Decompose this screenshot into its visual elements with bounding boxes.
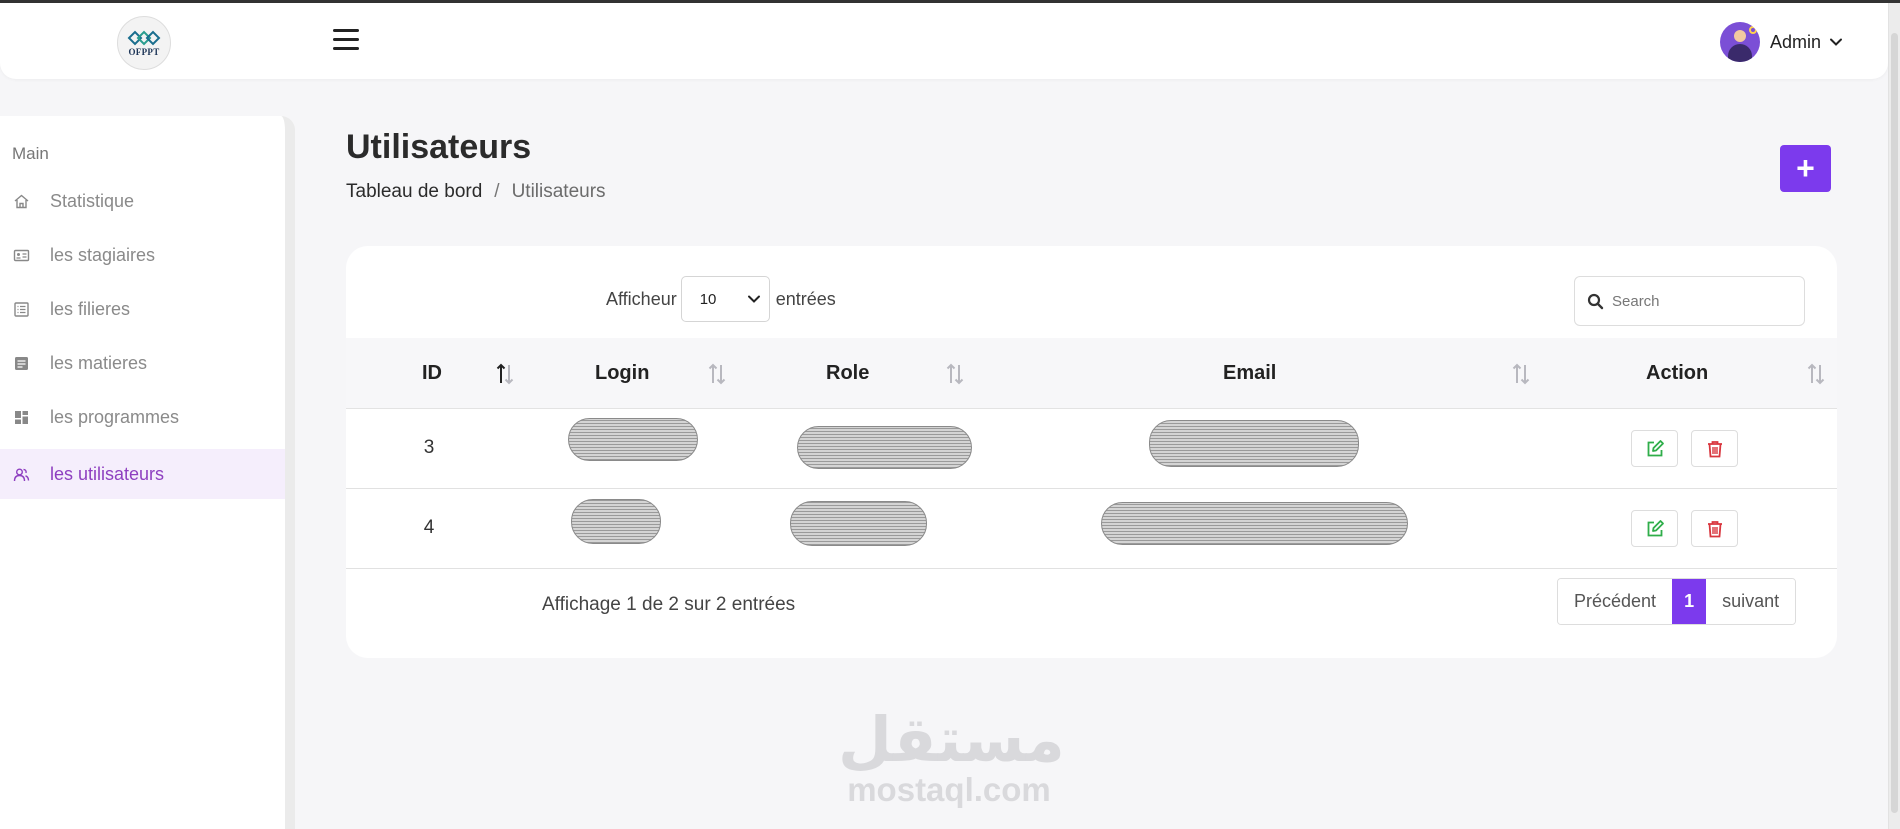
chevron-down-icon [1830, 38, 1843, 46]
users-icon [13, 468, 30, 481]
breadcrumb-current: Utilisateurs [511, 181, 606, 202]
document-icon [15, 356, 28, 370]
trash-icon [1707, 440, 1722, 457]
pagination-page-current[interactable]: 1 [1672, 579, 1707, 624]
entries-select-value: 10 [699, 290, 717, 308]
cell-id: 4 [423, 517, 435, 538]
user-name: Admin [1770, 31, 1822, 52]
redacted-login [568, 418, 698, 461]
entries-length-control: Afficheur 10 entrées [606, 276, 836, 322]
length-prefix: Afficheur [606, 288, 677, 309]
sidebar-item-programmes[interactable]: les programmes [0, 392, 285, 442]
sort-icon[interactable] [707, 362, 727, 386]
table-header: ID Login Role Email Action [346, 338, 1837, 409]
table-row: 3 [346, 409, 1837, 489]
sort-icon[interactable] [1806, 362, 1826, 386]
table-row: 4 [346, 489, 1837, 569]
table-info: Affichage 1 de 2 sur 2 entrées [542, 594, 796, 615]
logo-text: OFPPT [128, 46, 160, 57]
page-title: Utilisateurs [346, 128, 532, 166]
user-menu[interactable]: Admin [1720, 22, 1843, 62]
sidebar-item-label: les matieres [50, 352, 148, 373]
sidebar-item-label: les stagiaires [50, 244, 156, 265]
entries-select[interactable]: 10 [680, 276, 770, 322]
ofppt-logo[interactable]: OFPPT [117, 16, 171, 70]
delete-button[interactable] [1691, 430, 1738, 467]
sidebar-item-label: les utilisateurs [50, 463, 165, 484]
breadcrumb-separator: / [494, 181, 500, 202]
length-suffix: entrées [775, 288, 836, 309]
redacted-role [797, 426, 972, 469]
trash-icon [1707, 520, 1722, 537]
avatar [1720, 22, 1760, 62]
search-icon [1587, 293, 1604, 309]
search-input[interactable] [1612, 292, 1792, 310]
edit-button[interactable] [1631, 510, 1678, 547]
sidebar-item-label: les filieres [50, 298, 131, 319]
add-user-button[interactable]: + [1780, 145, 1831, 192]
sidebar-item-statistique[interactable]: Statistique [0, 176, 285, 226]
pagination-previous[interactable]: Précédent [1558, 579, 1673, 624]
top-header: OFPPT Admin [0, 3, 1888, 79]
column-header-role[interactable]: Role [826, 338, 869, 409]
pagination: Précédent 1 suivant [1557, 578, 1797, 625]
list-icon [14, 301, 29, 317]
search-field[interactable] [1574, 276, 1805, 326]
sort-icon[interactable] [1511, 362, 1531, 386]
users-table-card: Afficheur 10 entrées ID Login Role [346, 246, 1837, 658]
sort-asc-icon[interactable] [495, 362, 515, 386]
home-icon [14, 194, 29, 208]
redacted-email [1101, 502, 1408, 545]
sidebar-item-label: les programmes [50, 406, 180, 427]
page-scrollbar[interactable] [1888, 3, 1900, 829]
sort-icon[interactable] [945, 362, 965, 386]
sidebar-item-label: Statistique [50, 190, 135, 211]
delete-button[interactable] [1691, 510, 1738, 547]
edit-icon [1647, 439, 1664, 456]
chevron-down-icon [747, 295, 760, 303]
watermark: مستقل mostaql.com [838, 703, 1065, 809]
sidebar: Main Statistique les stagiaires les fili… [0, 116, 295, 829]
column-header-email[interactable]: Email [1223, 338, 1276, 409]
sidebar-item-filieres[interactable]: les filieres [0, 284, 285, 334]
sidebar-section-title: Main [12, 144, 49, 163]
column-header-action[interactable]: Action [1646, 338, 1708, 409]
redacted-role [790, 501, 927, 546]
column-header-id[interactable]: ID [422, 338, 442, 409]
breadcrumb: Tableau de bord / Utilisateurs [346, 181, 606, 203]
redacted-login [571, 499, 661, 544]
sidebar-item-utilisateurs[interactable]: les utilisateurs [0, 449, 285, 499]
menu-toggle-icon[interactable] [333, 29, 359, 51]
dashboard-icon [15, 410, 28, 424]
logo-emblem-icon [127, 30, 161, 45]
cell-id: 3 [423, 437, 435, 458]
column-header-login[interactable]: Login [595, 338, 649, 409]
edit-icon [1647, 519, 1664, 536]
edit-button[interactable] [1631, 430, 1678, 467]
sidebar-item-stagiaires[interactable]: les stagiaires [0, 230, 285, 280]
watermark-arabic: مستقل [838, 703, 1065, 776]
redacted-email [1149, 420, 1359, 467]
sidebar-item-matieres[interactable]: les matieres [0, 338, 285, 388]
pagination-next[interactable]: suivant [1706, 579, 1796, 624]
breadcrumb-dashboard-link[interactable]: Tableau de bord [346, 181, 482, 203]
watermark-latin: mostaql.com [847, 771, 1051, 808]
id-card-icon [13, 249, 30, 261]
